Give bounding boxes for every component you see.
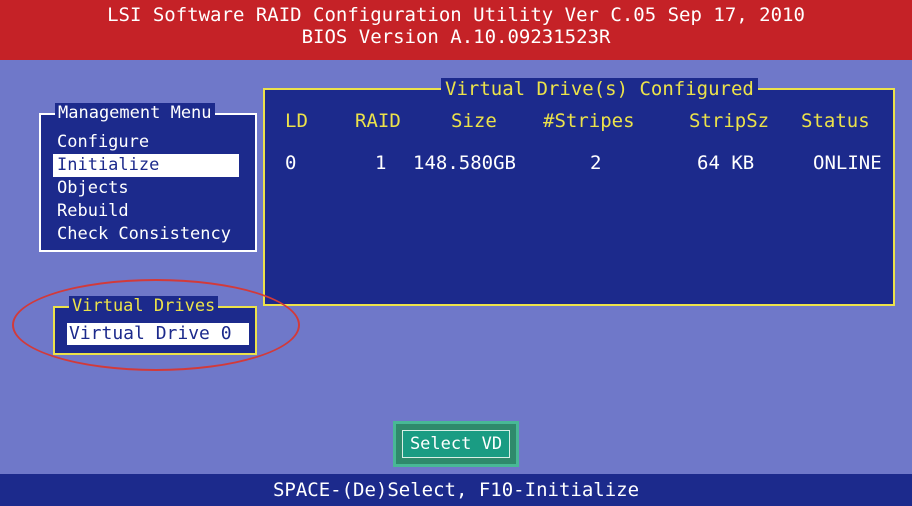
select-vd-label: Select VD [402, 430, 510, 458]
title-bar: LSI Software RAID Configuration Utility … [0, 0, 912, 60]
menu-item-rebuild[interactable]: Rebuild [53, 200, 239, 223]
column-header-raid: RAID [355, 110, 401, 132]
cell-status: ONLINE [813, 152, 882, 174]
status-bar: SPACE-(De)Select, F10-Initialize [0, 474, 912, 506]
select-vd-button[interactable]: Select VD [393, 421, 519, 467]
bios-version: BIOS Version A.10.09231523R [301, 26, 611, 48]
menu-item-objects[interactable]: Objects [53, 177, 239, 200]
utility-title: LSI Software RAID Configuration Utility … [107, 4, 805, 26]
cell-ld: 0 [285, 152, 297, 174]
column-header-stripes: #Stripes [543, 110, 635, 132]
management-menu: Management Menu Configure Initialize Obj… [39, 103, 257, 252]
key-hints: SPACE-(De)Select, F10-Initialize [272, 479, 640, 501]
cell-stripes: 2 [590, 152, 602, 174]
menu-title: Management Menu [55, 103, 215, 123]
column-header-status: Status [801, 110, 870, 132]
cell-size: 148.580GB [413, 152, 516, 174]
menu-item-initialize[interactable]: Initialize [53, 154, 239, 177]
column-header-ld: LD [285, 110, 308, 132]
cell-raid: 1 [375, 152, 387, 174]
menu-item-check-consistency[interactable]: Check Consistency [53, 223, 239, 246]
menu-item-configure[interactable]: Configure [53, 131, 239, 154]
annotation-highlight-ellipse [12, 279, 300, 371]
virtual-drives-configured-panel: Virtual Drive(s) Configured LD RAID Size… [263, 78, 895, 306]
column-header-stripsz: StripSz [689, 110, 770, 132]
cell-stripsz: 64 KB [697, 152, 755, 174]
column-header-size: Size [451, 110, 497, 132]
panel-title: Virtual Drive(s) Configured [441, 78, 758, 100]
